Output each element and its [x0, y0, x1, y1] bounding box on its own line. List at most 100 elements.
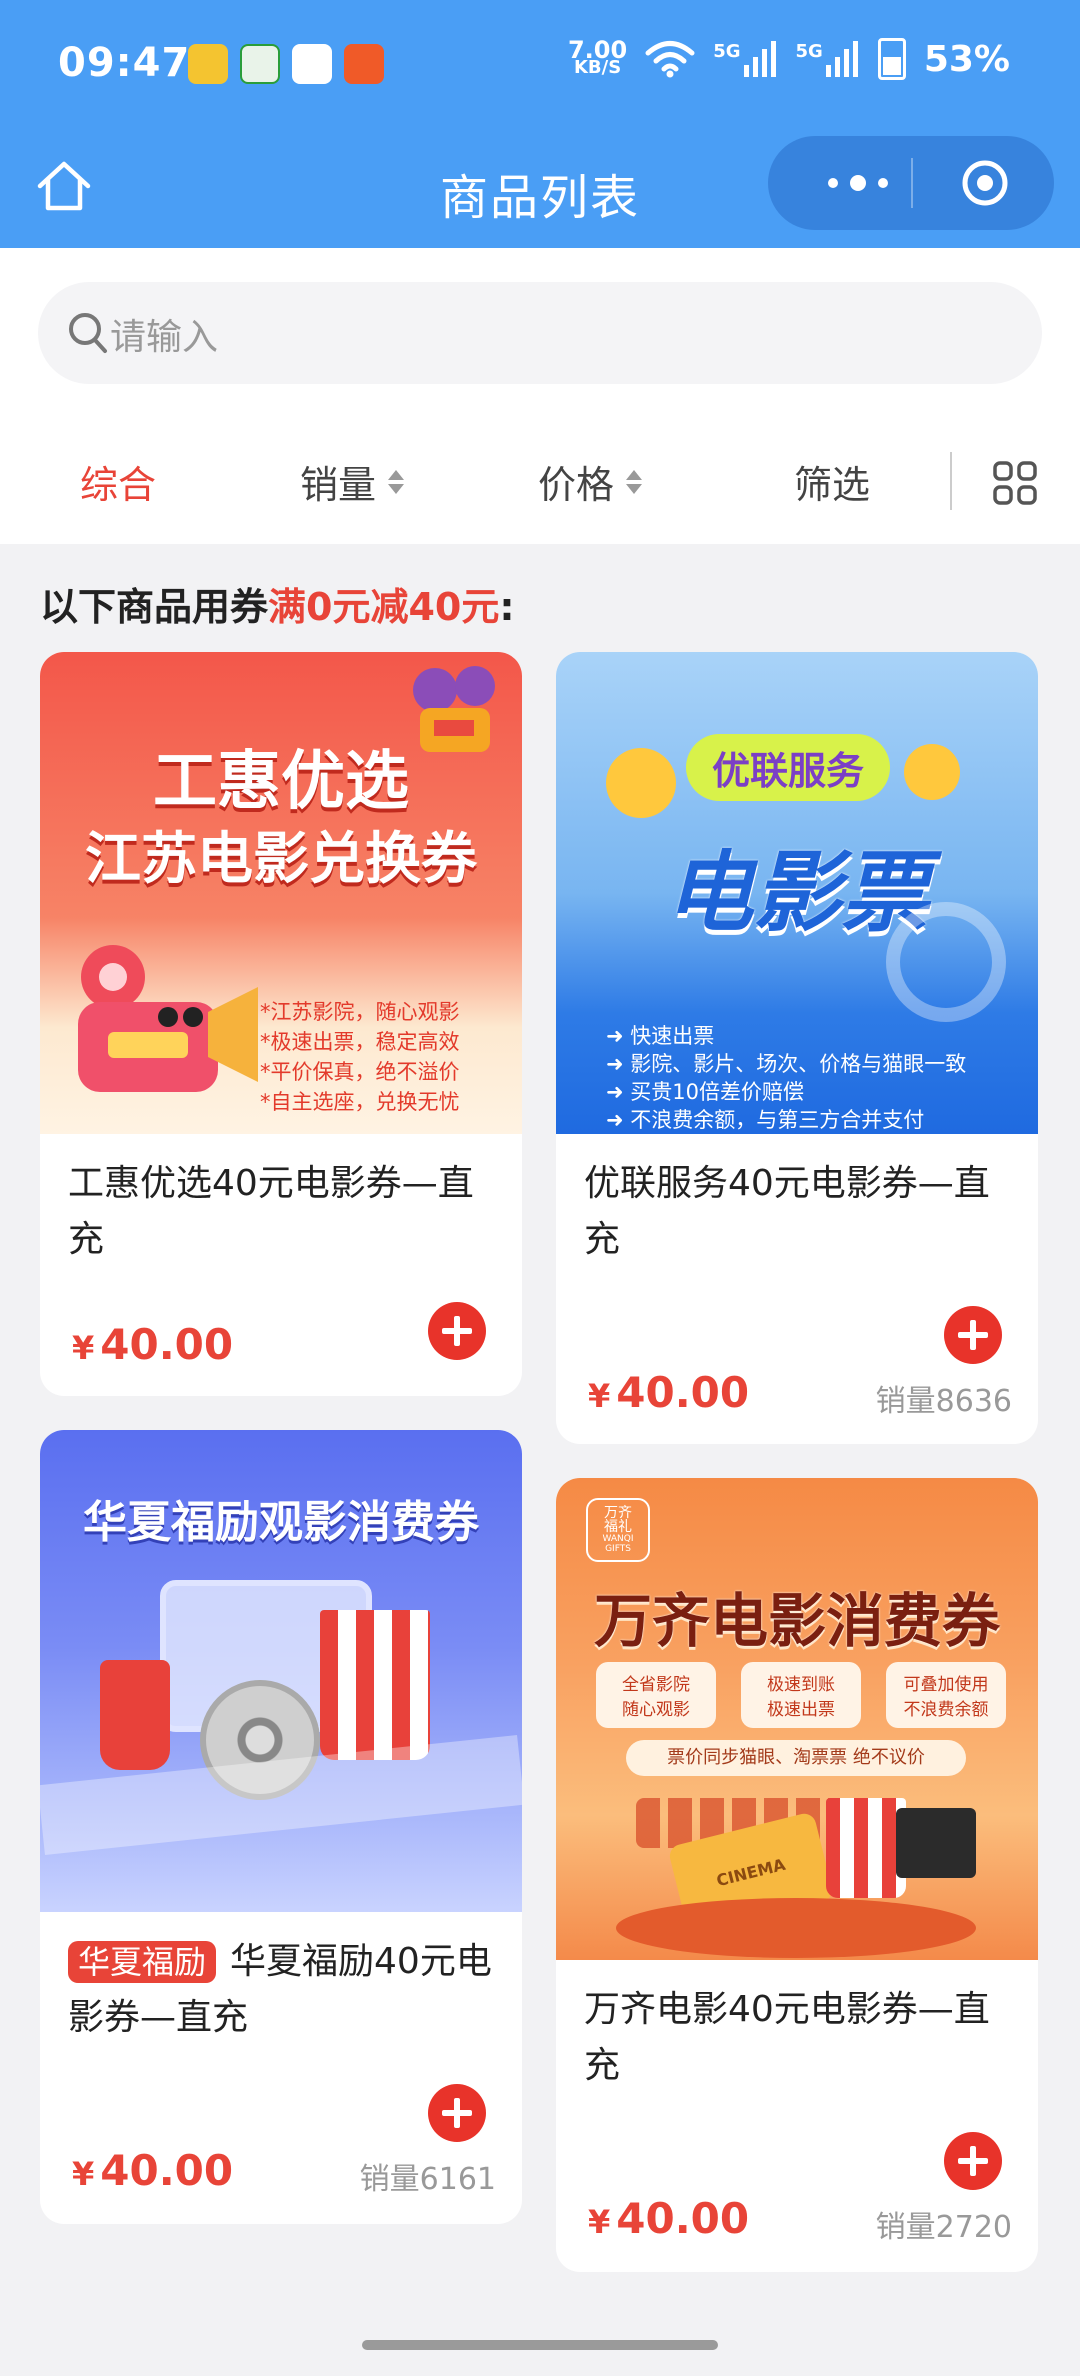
logo-text: WANQI [602, 1534, 634, 1544]
image-headline: 华夏福励观影消费券 [83, 1497, 479, 1548]
price-value: 40.00 [616, 1368, 750, 1417]
product-image[interactable]: 万齐 福礼 WANQI GIFTS 万齐电影消费券 全省影院随心观影 极速到账极… [556, 1478, 1038, 1960]
feature-text: 极速出票 [767, 1700, 835, 1720]
product-tag: 华夏福励 [68, 1941, 217, 1983]
product-title[interactable]: 万齐电影40元电影券—直充 [584, 1982, 1014, 2094]
product-price: ¥40.00 [72, 2146, 233, 2195]
image-bullet: *江苏影院，随心观影 [260, 1000, 460, 1024]
search-placeholder: 请输入 [110, 317, 219, 358]
product-price: ¥40.00 [588, 2194, 749, 2243]
add-to-cart-button[interactable] [428, 2084, 486, 2142]
price-value: 40.00 [100, 1320, 234, 1369]
image-bullet: *极速出票，稳定高效 [260, 1030, 460, 1054]
sort-arrows-icon [388, 469, 405, 494]
image-badge: 优联服务 [686, 734, 891, 801]
popcorn-icon [826, 1798, 906, 1898]
product-price: ¥40.00 [72, 1320, 233, 1369]
film-reel-icon [886, 902, 1006, 1022]
home-indicator[interactable] [362, 2340, 718, 2350]
heart-eyes-emoji-icon [904, 744, 960, 800]
product-title[interactable]: 工惠优选40元电影券—直充 [68, 1156, 498, 1268]
coupon-notice-prefix: 以下商品用券 [40, 585, 269, 629]
tab-label: 综合 [80, 463, 157, 507]
add-to-cart-button[interactable] [944, 1306, 1002, 1364]
image-bullet-text: 快速出票 [630, 1024, 715, 1048]
signal-bars-icon [743, 41, 776, 77]
image-bullets: ➜ 快速出票 ➜ 影院、影片、场次、价格与猫眼一致 ➜ 买贵10倍差价赔偿 ➜ … [606, 1022, 966, 1134]
sort-tabs: 综合 销量 价格 筛选 [0, 444, 1080, 534]
product-title[interactable]: 华夏福励 华夏福励40元电影券—直充 [68, 1934, 498, 2046]
network-speed: 7.00 KB/S [568, 38, 627, 77]
logo-text: 福礼 [604, 1519, 632, 1535]
feature-text: 全省影院 [622, 1675, 690, 1695]
image-bullet: ➜ 买贵10倍差价赔偿 [606, 1080, 805, 1104]
capsule-divider [911, 158, 913, 208]
logo-text: GIFTS [605, 1544, 631, 1554]
image-bullet: ➜ 快速出票 [606, 1024, 715, 1048]
status-indicators: 7.00 KB/S 5G 5G 53% [568, 38, 1010, 80]
cell-signal-1: 5G [713, 41, 777, 77]
coupon-notice-suffix: : [499, 585, 515, 629]
tab-price[interactable]: 价格 [538, 454, 643, 509]
product-image[interactable]: 工惠优选 江苏电影兑换券 *江苏影院，随心观影 *极速出票，稳定高效 *平价保真… [40, 652, 522, 1134]
image-note: 票价同步猫眼、淘票票 绝不议价 [626, 1740, 966, 1776]
cell-signal-2: 5G [796, 41, 860, 77]
image-headline-1: 工惠优选 [153, 745, 409, 819]
product-image[interactable]: 优联服务 电影票 ➜ 快速出票 ➜ 影院、影片、场次、价格与猫眼一致 ➜ 买贵1… [556, 652, 1038, 1134]
signal-type-label: 5G [795, 41, 823, 62]
coupon-notice-highlight: 满0元减40元 [268, 585, 500, 629]
brand-logo: 万齐 福礼 WANQI GIFTS [586, 1498, 650, 1562]
more-options-button[interactable] [808, 136, 908, 230]
product-card[interactable]: 优联服务 电影票 ➜ 快速出票 ➜ 影院、影片、场次、价格与猫眼一致 ➜ 买贵1… [556, 652, 1038, 1444]
wifi-icon [645, 41, 695, 78]
price-value: 40.00 [616, 2194, 750, 2243]
popcorn-icon [320, 1610, 430, 1760]
app-notification-icon [240, 44, 280, 84]
tab-comprehensive[interactable]: 综合 [80, 454, 156, 509]
search-input[interactable]: 请输入 [38, 282, 1042, 384]
logo-text: 万齐 [604, 1505, 632, 1521]
status-time: 09:47 [58, 40, 191, 86]
app-notification-icon [292, 44, 332, 84]
add-to-cart-button[interactable] [944, 2132, 1002, 2190]
image-bullet: *平价保真，绝不溢价 [260, 1060, 460, 1084]
coupon-notice: 以下商品用券满0元减40元: [40, 576, 515, 631]
search-filter-area: 请输入 综合 销量 价格 筛选 [0, 248, 1080, 544]
image-bullet: *自主选座，兑换无忧 [260, 1090, 460, 1114]
product-image[interactable]: 华夏福励观影消费券 [40, 1430, 522, 1912]
product-sales: 销量8636 [875, 1384, 1012, 1419]
price-value: 40.00 [100, 2146, 234, 2195]
tab-sales[interactable]: 销量 [300, 454, 405, 509]
image-bullet: ➜ 不浪费余额，与第三方合并支付 [606, 1108, 925, 1132]
status-bar: 09:47 7.00 KB/S 5G 5G 53% [0, 0, 1080, 128]
tab-label: 筛选 [794, 463, 871, 507]
grid-view-icon[interactable] [992, 460, 1038, 506]
close-mini-program-icon[interactable] [960, 158, 1010, 208]
feature-text: 随心观影 [622, 1700, 690, 1720]
product-card[interactable]: 工惠优选 江苏电影兑换券 *江苏影院，随心观影 *极速出票，稳定高效 *平价保真… [40, 652, 522, 1396]
feature-text: 不浪费余额 [903, 1700, 989, 1720]
product-card[interactable]: 万齐 福礼 WANQI GIFTS 万齐电影消费券 全省影院随心观影 极速到账极… [556, 1478, 1038, 2272]
product-sales: 销量2720 [875, 2210, 1012, 2245]
tab-label: 价格 [538, 463, 615, 507]
currency-symbol: ¥ [72, 1329, 95, 1367]
navigation-bar: 商品列表 [0, 128, 1080, 248]
mini-program-capsule [768, 136, 1054, 230]
currency-symbol: ¥ [72, 2155, 95, 2193]
image-headline: 万齐电影消费券 [593, 1587, 1000, 1655]
camera-icon [78, 945, 258, 1092]
tab-filter[interactable]: 筛选 [794, 454, 870, 509]
currency-symbol: ¥ [588, 2203, 611, 2241]
image-bullet-text: 买贵10倍差价赔偿 [630, 1080, 805, 1104]
app-notification-icon [188, 44, 228, 84]
smile-emoji-icon [606, 748, 676, 818]
battery-percent: 53% [923, 38, 1010, 80]
notification-icons [188, 44, 384, 84]
product-title[interactable]: 优联服务40元电影券—直充 [584, 1156, 1014, 1268]
product-card[interactable]: 华夏福励观影消费券 华夏福励 华夏福励40元电影券—直充 ¥40.00 销量616… [40, 1430, 522, 2224]
feature-text: 极速到账 [767, 1675, 835, 1695]
feature-box: 可叠加使用 不浪费余额 [886, 1662, 1006, 1728]
add-to-cart-button[interactable] [428, 1302, 486, 1360]
tab-label: 销量 [300, 463, 377, 507]
feature-boxes: 全省影院随心观影 极速到账极速出票 可叠加使用 不浪费余额 [596, 1662, 1006, 1728]
